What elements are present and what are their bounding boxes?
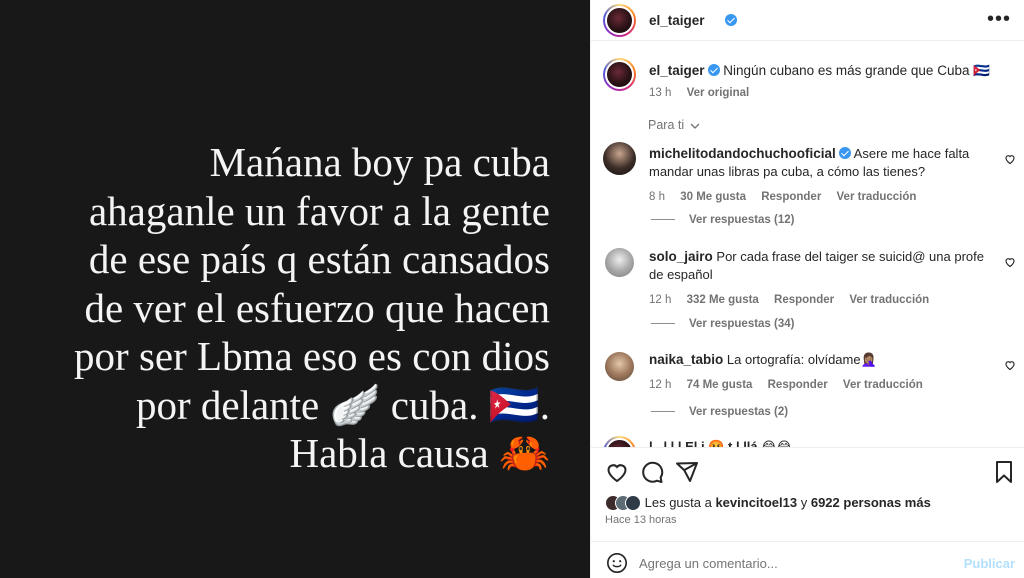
post-time: Hace 13 horas xyxy=(605,514,677,526)
view-replies-label: Ver respuestas (2) xyxy=(689,406,789,418)
emoji-icon[interactable] xyxy=(606,552,628,574)
comment-input[interactable] xyxy=(639,556,939,571)
likes-mid: y xyxy=(797,495,811,510)
view-replies-button[interactable]: Ver respuestas (34) xyxy=(651,318,794,330)
publish-button[interactable]: Publicar xyxy=(964,556,1015,571)
partial-comment: l.. l l l El i 🤬 t l llá 😂😂 xyxy=(591,434,1024,448)
story-line: de ese país q están cansados xyxy=(88,236,550,282)
story-line: ahaganle un favor a la gente xyxy=(88,187,550,234)
view-replies-label: Ver respuestas (34) xyxy=(689,318,795,330)
reply-button[interactable]: Responder xyxy=(768,379,828,391)
story-line: Mańana boy pa cuba xyxy=(209,139,550,185)
reply-button[interactable]: Responder xyxy=(761,191,821,203)
avatar[interactable] xyxy=(605,352,634,381)
story-line: Habla causa 🦀 xyxy=(289,430,551,476)
avatar[interactable] xyxy=(603,142,636,175)
translate-button[interactable]: Ver traducción xyxy=(837,191,917,203)
likes-count[interactable]: 6922 personas más xyxy=(811,495,931,510)
likes-user[interactable]: kevincitoel13 xyxy=(715,495,797,510)
comment-username[interactable]: michelitodandochuchooficial xyxy=(649,146,836,161)
post-caption: el_taiger Ningún cubano es más grande qu… xyxy=(649,63,1009,99)
comment-text: La ortografía: olvídame🤦🏽‍♀️ xyxy=(726,352,877,367)
comment: solo_jairo Por cada frase del taiger se … xyxy=(649,248,989,309)
heart-icon[interactable] xyxy=(1004,256,1016,268)
view-replies-button[interactable]: Ver respuestas (2) xyxy=(651,406,788,418)
comment-time: 12 h xyxy=(649,294,672,306)
add-comment-bar: Publicar xyxy=(591,541,1024,578)
heart-icon[interactable] xyxy=(605,460,629,484)
comment-time: 8 h xyxy=(649,191,665,203)
view-replies-button[interactable]: Ver respuestas (12) xyxy=(651,214,794,226)
story-line: de ver el esfuerzo que hacen xyxy=(84,284,550,331)
comment-icon[interactable] xyxy=(640,460,664,484)
reply-button[interactable]: Responder xyxy=(774,294,834,306)
story-text: Mańana boy pa cuba ahaganle un favor a l… xyxy=(30,138,550,478)
share-icon[interactable] xyxy=(675,460,699,484)
caption-username[interactable]: el_taiger xyxy=(649,63,705,78)
verified-badge-icon xyxy=(838,147,851,159)
avatar xyxy=(625,495,641,511)
comment: naika_tabio La ortografía: olvídame🤦🏽‍♀️… xyxy=(649,351,989,394)
post-panel: el_taiger ••• el_taiger Ningún cubano es… xyxy=(590,0,1024,578)
comment-username[interactable]: naika_tabio xyxy=(649,352,723,367)
translate-button[interactable]: Ver traducción xyxy=(843,379,923,391)
comment: michelitodandochuchooficial Asere me hac… xyxy=(649,145,989,206)
caption-time: 13 h xyxy=(649,87,672,99)
post-header: el_taiger ••• xyxy=(591,0,1024,41)
comment-time: 12 h xyxy=(649,379,672,391)
caption-text: Ningún cubano es más grande que Cuba 🇨🇺 xyxy=(723,63,991,78)
header-username[interactable]: el_taiger xyxy=(649,13,705,28)
view-replies-label: Ver respuestas (12) xyxy=(689,214,795,226)
comment-filter-label: Para ti xyxy=(648,118,685,132)
more-options-icon[interactable]: ••• xyxy=(987,9,1011,29)
comment-likes[interactable]: 74 Me gusta xyxy=(687,379,753,391)
bookmark-icon[interactable] xyxy=(993,460,1015,484)
verified-badge-icon xyxy=(707,64,720,76)
heart-icon[interactable] xyxy=(1004,359,1016,371)
verified-badge-icon xyxy=(725,14,737,26)
story-media[interactable]: Mańana boy pa cuba ahaganle un favor a l… xyxy=(0,0,590,578)
avatar[interactable] xyxy=(605,248,634,277)
story-line: por ser Lbma eso es con dios xyxy=(74,333,550,379)
comment-username[interactable]: solo_jairo xyxy=(649,249,713,264)
translate-button[interactable]: Ver traducción xyxy=(849,294,929,306)
chevron-down-icon xyxy=(690,123,700,129)
avatar[interactable] xyxy=(603,4,636,37)
likes-summary[interactable]: Les gusta a kevincitoel13 y 6922 persona… xyxy=(605,495,931,511)
story-line: por delante 🪽 cuba. 🇨🇺. xyxy=(135,381,550,428)
comment-likes[interactable]: 332 Me gusta xyxy=(687,294,759,306)
likes-prefix: Les gusta a xyxy=(644,495,716,510)
avatar[interactable] xyxy=(603,58,636,91)
action-bar xyxy=(591,447,1024,491)
comment-likes[interactable]: 30 Me gusta xyxy=(680,191,746,203)
see-original-link[interactable]: Ver original xyxy=(687,87,750,99)
comment-filter[interactable]: Para ti xyxy=(648,118,700,132)
heart-icon[interactable] xyxy=(1004,153,1016,165)
